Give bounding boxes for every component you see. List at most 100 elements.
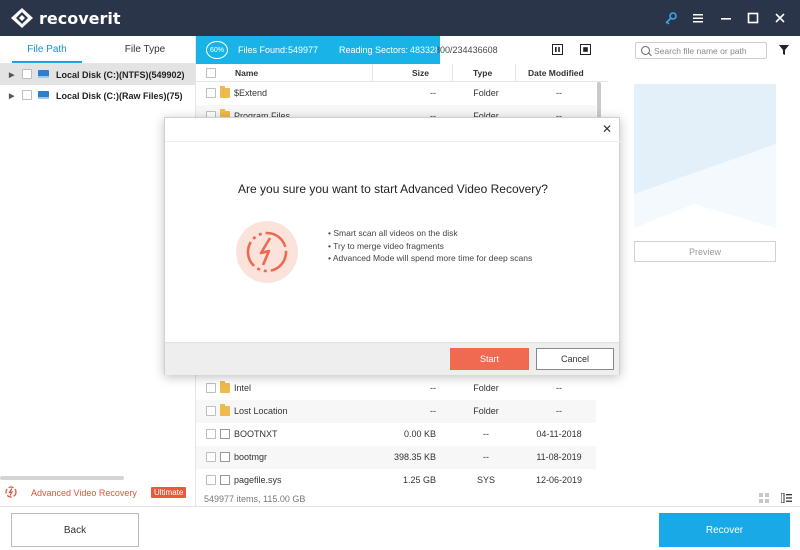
file-size: 0.00 KB — [403, 429, 436, 439]
search-icon — [641, 46, 650, 55]
file-type: SYS — [476, 475, 495, 485]
folder-icon — [220, 381, 230, 393]
table-row[interactable]: bootmgr 398.35 KB -- 11-08-2019 — [196, 446, 596, 469]
dialog-footer: Start Cancel — [165, 342, 619, 375]
advanced-video-recovery-link[interactable]: Advanced Video Recovery — [31, 488, 137, 498]
hard-drive-icon — [38, 70, 49, 78]
scan-percent: 60% — [206, 41, 228, 59]
column-divider — [515, 64, 516, 82]
table-row[interactable]: Intel -- Folder -- — [196, 377, 596, 400]
folder-icon — [220, 86, 230, 98]
column-name[interactable]: Name — [235, 68, 258, 78]
preview-panel: Preview — [608, 36, 800, 506]
row-checkbox[interactable] — [206, 406, 216, 416]
table-row[interactable]: $Extend -- Folder -- — [196, 82, 596, 105]
cancel-button[interactable]: Cancel — [536, 348, 614, 370]
items-status: 549977 items, 115.00 GB — [204, 494, 306, 504]
advanced-video-recovery-row[interactable]: Advanced Video Recovery Ultimate — [0, 485, 196, 503]
minimize-icon[interactable] — [717, 9, 735, 27]
start-button[interactable]: Start — [450, 348, 529, 370]
menu-icon[interactable] — [689, 9, 707, 27]
recoverit-logo-icon — [11, 8, 33, 28]
key-icon[interactable] — [662, 9, 680, 27]
column-date-modified[interactable]: Date Modified — [528, 68, 584, 78]
grid-view-icon[interactable] — [759, 493, 770, 503]
checkbox[interactable] — [22, 69, 32, 79]
back-button[interactable]: Back — [11, 513, 139, 547]
close-icon[interactable] — [771, 9, 789, 27]
dialog-close-icon[interactable]: ✕ — [601, 123, 613, 135]
column-size[interactable]: Size — [412, 68, 429, 78]
pause-button[interactable] — [552, 44, 563, 55]
dialog-bullets: • Smart scan all videos on the disk • Tr… — [328, 227, 532, 265]
tree-item-label: Local Disk (C:)(NTFS)(549902) — [56, 69, 185, 80]
active-tab-indicator — [12, 61, 82, 63]
row-checkbox[interactable] — [206, 383, 216, 393]
file-type: -- — [483, 429, 489, 439]
table-row[interactable]: pagefile.sys 1.25 GB SYS 12-06-2019 — [196, 469, 596, 492]
column-divider — [372, 64, 373, 82]
preview-placeholder-image — [634, 84, 776, 228]
file-icon — [220, 475, 230, 485]
file-size: -- — [430, 88, 436, 98]
sectors-value: 48332800/234436608 — [410, 45, 498, 55]
advanced-video-recovery-dialog: ✕ Are you sure you want to start Advance… — [164, 117, 621, 375]
folder-icon — [220, 404, 230, 416]
file-date: -- — [556, 406, 562, 416]
bullet-item: • Try to merge video fragments — [328, 240, 444, 251]
horizontal-scrollbar[interactable] — [0, 476, 124, 480]
list-view-icon[interactable] — [781, 493, 792, 503]
app-brand: recoverit — [39, 9, 121, 28]
ultimate-badge: Ultimate — [151, 487, 187, 498]
file-size: -- — [430, 406, 436, 416]
file-date: 11-08-2019 — [536, 452, 582, 462]
file-type: Folder — [473, 88, 499, 98]
tree-item-raw[interactable]: ▶ Local Disk (C:)(Raw Files)(75) — [0, 85, 196, 106]
table-row[interactable]: Lost Location -- Folder -- — [196, 400, 596, 423]
file-type: Folder — [473, 406, 499, 416]
file-name: Intel — [234, 383, 252, 393]
maximize-icon[interactable] — [744, 9, 762, 27]
row-checkbox[interactable] — [206, 88, 216, 98]
row-checkbox[interactable] — [206, 429, 216, 439]
file-date: 04-11-2018 — [536, 429, 582, 439]
video-recovery-icon — [236, 221, 298, 283]
search-input[interactable] — [654, 45, 764, 56]
file-type: Folder — [473, 383, 499, 393]
file-name: $Extend — [234, 88, 268, 98]
column-headers: Name Size Type Date Modified — [196, 64, 608, 82]
file-size: -- — [430, 383, 436, 393]
select-all-checkbox[interactable] — [206, 68, 216, 78]
sidebar-tabs: File Path File Type — [0, 36, 196, 64]
tab-file-path[interactable]: File Path — [12, 36, 82, 64]
column-type[interactable]: Type — [473, 68, 492, 78]
file-icon — [220, 452, 230, 462]
title-bar: recoverit — [0, 0, 800, 36]
file-date: 12-06-2019 — [535, 475, 583, 485]
checkbox[interactable] — [22, 90, 32, 100]
dialog-divider — [165, 141, 621, 142]
table-row[interactable]: BOOTNXT 0.00 KB -- 04-11-2018 — [196, 423, 596, 446]
row-checkbox[interactable] — [206, 452, 216, 462]
tree-item-label: Local Disk (C:)(Raw Files)(75) — [56, 90, 183, 101]
file-icon — [220, 429, 230, 439]
filter-icon[interactable] — [779, 45, 789, 55]
search-box[interactable] — [635, 42, 767, 59]
bullet-item: • Advanced Mode will spend more time for… — [328, 253, 533, 263]
recover-button[interactable]: Recover — [659, 513, 790, 547]
expand-arrow-icon[interactable]: ▶ — [9, 92, 14, 100]
image-placeholder-icon — [634, 144, 776, 228]
preview-button[interactable]: Preview — [634, 241, 776, 262]
expand-arrow-icon[interactable]: ▶ — [9, 71, 14, 79]
file-size: 1.25 GB — [402, 475, 436, 485]
file-name: Lost Location — [234, 406, 288, 416]
tree-item-ntfs[interactable]: ▶ Local Disk (C:)(NTFS)(549902) — [0, 64, 196, 85]
reading-sectors-label: Reading Sectors: — [339, 45, 409, 55]
file-name: bootmgr — [234, 452, 268, 462]
bottom-bar: Back Recover — [0, 506, 800, 550]
tab-file-type[interactable]: File Type — [110, 36, 180, 64]
file-type: -- — [483, 452, 489, 462]
stop-button[interactable] — [580, 44, 591, 55]
file-date: -- — [556, 88, 562, 98]
row-checkbox[interactable] — [206, 475, 216, 485]
